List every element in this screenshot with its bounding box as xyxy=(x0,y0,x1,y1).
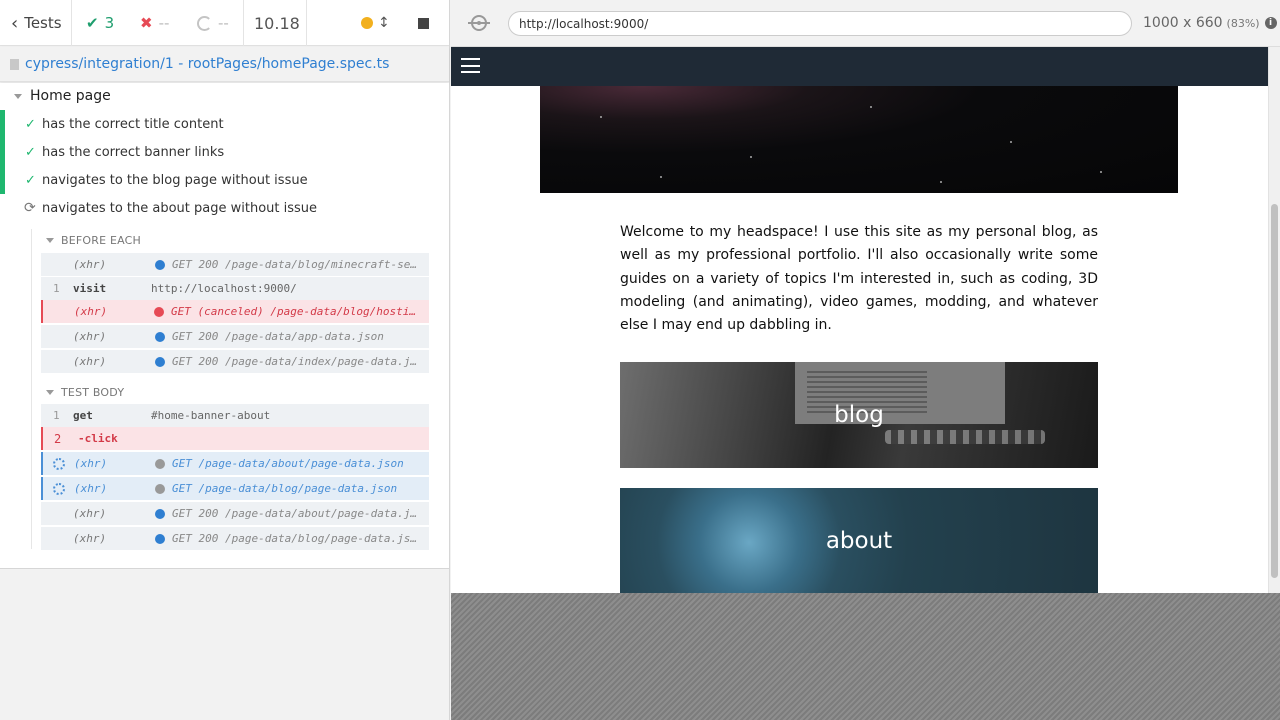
status-dot-icon xyxy=(155,508,165,519)
file-icon xyxy=(10,58,19,70)
divider xyxy=(243,0,244,46)
stop-button[interactable] xyxy=(418,0,429,46)
running-indicator-icon xyxy=(361,17,373,29)
test-item[interactable]: ✓ has the correct title content xyxy=(0,110,449,138)
status-dot-icon xyxy=(154,306,164,317)
chevron-left-icon: ‹ xyxy=(11,12,19,34)
divider xyxy=(306,0,307,46)
hook-before-each[interactable]: BEFORE EACH xyxy=(46,234,141,247)
command-row[interactable]: 1 get #home-banner-about xyxy=(41,404,429,427)
command-row[interactable]: (xhr) GET 200 /page-data/index/page-data… xyxy=(41,350,429,373)
caret-down-icon xyxy=(14,93,22,99)
status-dot-icon xyxy=(155,458,165,469)
viewport-size: 1000 x 660 (83%) i xyxy=(1143,15,1277,31)
reporter-panel: ‹ Tests ✔ 3 ✖ -- -- 10.18 ↕ cypress/inte… xyxy=(0,0,450,720)
dock-image xyxy=(885,430,1045,444)
pending-count: -- xyxy=(197,0,229,46)
home-banner-about[interactable]: about xyxy=(620,488,1098,593)
spec-file-link[interactable]: cypress/integration/1 - rootPages/homePa… xyxy=(0,47,449,82)
check-icon: ✓ xyxy=(25,116,36,132)
status-dot-icon xyxy=(155,356,165,367)
loading-spinner-icon xyxy=(53,482,65,495)
command-row[interactable]: (xhr) GET 200 /page-data/blog/minecraft-… xyxy=(41,253,429,276)
selector-playground-icon[interactable] xyxy=(468,15,490,31)
passed-count: ✔ 3 xyxy=(86,14,115,32)
home-banner-blog[interactable]: blog xyxy=(620,362,1098,468)
status-dot-icon xyxy=(155,331,165,342)
tests-label: Tests xyxy=(24,14,62,32)
about-banner-label: about xyxy=(825,527,893,554)
pending-icon xyxy=(197,15,212,31)
stats-bar: ‹ Tests ✔ 3 ✖ -- -- 10.18 ↕ xyxy=(0,0,449,46)
x-icon: ✖ xyxy=(140,14,153,32)
failed-count: ✖ -- xyxy=(140,14,170,32)
status-dot-icon xyxy=(155,259,165,270)
url-field[interactable]: http://localhost:9000/ xyxy=(508,11,1132,36)
aut-scrollbar[interactable] xyxy=(1268,47,1280,593)
caret-down-icon xyxy=(46,238,54,243)
passed-bar xyxy=(0,138,5,166)
test-item[interactable]: ✓ navigates to the blog page without iss… xyxy=(0,166,449,194)
command-row[interactable]: (xhr) GET 200 /page-data/blog/page-data.… xyxy=(41,527,429,550)
tests-back-button[interactable]: ‹ Tests xyxy=(0,0,71,46)
scroll-arrows-icon: ↕ xyxy=(378,15,390,31)
intro-paragraph: Welcome to my headspace! I use this site… xyxy=(620,224,1098,334)
divider xyxy=(71,0,72,46)
check-icon: ✓ xyxy=(25,172,36,188)
info-icon[interactable]: i xyxy=(1264,17,1277,29)
blog-banner-label: blog xyxy=(834,402,884,428)
runnables-list: Home page ✓ has the correct title conten… xyxy=(0,83,449,569)
laptop-image xyxy=(795,362,1005,424)
test-item[interactable]: ✓ has the correct banner links xyxy=(0,138,449,166)
stop-icon xyxy=(418,17,429,29)
hamburger-menu-icon[interactable] xyxy=(461,58,480,73)
aut-header: http://localhost:9000/ 1000 x 660 (83%) … xyxy=(451,0,1280,47)
command-row[interactable]: (xhr) GET 200 /page-data/app-data.json xyxy=(41,325,429,348)
duration: 10.18 xyxy=(254,13,300,33)
suite-title[interactable]: Home page xyxy=(14,87,111,105)
command-row[interactable]: (xhr) GET /page-data/about/page-data.jso… xyxy=(41,452,429,475)
command-row[interactable]: 2 -click xyxy=(41,427,429,450)
passed-bar xyxy=(0,166,5,194)
caret-down-icon xyxy=(46,390,54,395)
aut-iframe: Welcome to my headspace! I use this site… xyxy=(451,47,1268,593)
scrollbar-thumb[interactable] xyxy=(1271,204,1278,578)
command-row[interactable]: 1 visit http://localhost:9000/ xyxy=(41,277,429,300)
passed-bar xyxy=(0,110,5,138)
spec-path-text: cypress/integration/1 - rootPages/homePa… xyxy=(25,56,390,72)
command-row[interactable]: (xhr) GET (canceled) /page-data/blog/hos… xyxy=(41,300,429,323)
status-dot-icon xyxy=(155,483,165,494)
auto-scroll-toggle[interactable]: ↕ xyxy=(361,0,390,46)
command-row[interactable]: (xhr) GET 200 /page-data/about/page-data… xyxy=(41,502,429,525)
test-item[interactable]: ⟳ navigates to the about page without is… xyxy=(0,194,449,222)
loading-spinner-icon xyxy=(53,457,65,470)
refresh-icon: ⟳ xyxy=(24,200,36,216)
tree-guide-line xyxy=(31,229,32,549)
check-icon: ✓ xyxy=(25,144,36,160)
hook-test-body[interactable]: TEST BODY xyxy=(46,386,124,399)
check-icon: ✔ xyxy=(86,14,99,32)
site-navbar xyxy=(451,47,1268,86)
hero-banner-image xyxy=(540,86,1178,193)
aut-background xyxy=(451,593,1280,720)
command-row[interactable]: (xhr) GET /page-data/blog/page-data.json xyxy=(41,477,429,500)
status-dot-icon xyxy=(155,533,165,544)
